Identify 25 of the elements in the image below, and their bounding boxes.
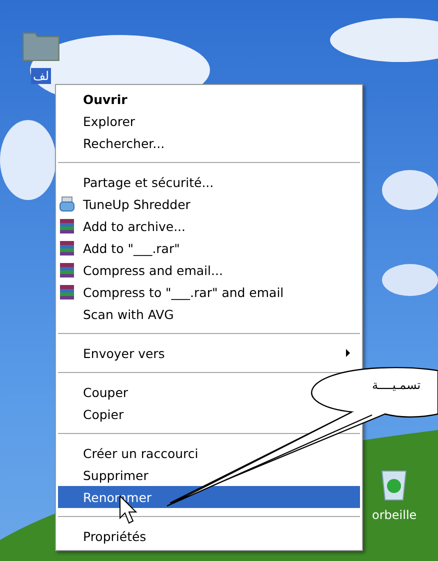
callout-text: تسمـيــــة	[372, 378, 421, 392]
menu-item[interactable]: Add to "___.rar"	[56, 237, 362, 259]
shredder-icon	[59, 196, 75, 212]
menu-item[interactable]: Compress to "___.rar" and email	[56, 281, 362, 303]
menu-item[interactable]: TuneUp Shredder	[56, 193, 362, 215]
cloud	[382, 170, 438, 210]
submenu-arrow-icon	[346, 349, 350, 357]
menu-item[interactable]: Supprimer	[56, 464, 362, 486]
books-stack-icon	[59, 284, 75, 300]
menu-item[interactable]: Explorer	[56, 110, 362, 132]
books-stack-icon	[59, 262, 75, 278]
menu-item[interactable]: Envoyer vers	[56, 342, 362, 364]
menu-item[interactable]: Partage et sécurité...	[56, 171, 362, 193]
menu-item[interactable]: Add to archive...	[56, 215, 362, 237]
icon-label[interactable]: orbeille	[370, 507, 419, 523]
menu-item[interactable]: Propriétés	[56, 525, 362, 547]
icon-label[interactable]: لف	[30, 68, 52, 84]
menu-item[interactable]: Ouvrir	[56, 88, 362, 110]
books-stack-icon	[59, 218, 75, 234]
menu-item[interactable]: Scan with AVG	[56, 303, 362, 325]
cloud	[382, 264, 438, 296]
menu-item[interactable]: Compress and email...	[56, 259, 362, 281]
menu-item[interactable]: Créer un raccourci	[56, 442, 362, 464]
menu-item[interactable]: Rechercher...	[56, 132, 362, 154]
books-stack-icon	[59, 240, 75, 256]
